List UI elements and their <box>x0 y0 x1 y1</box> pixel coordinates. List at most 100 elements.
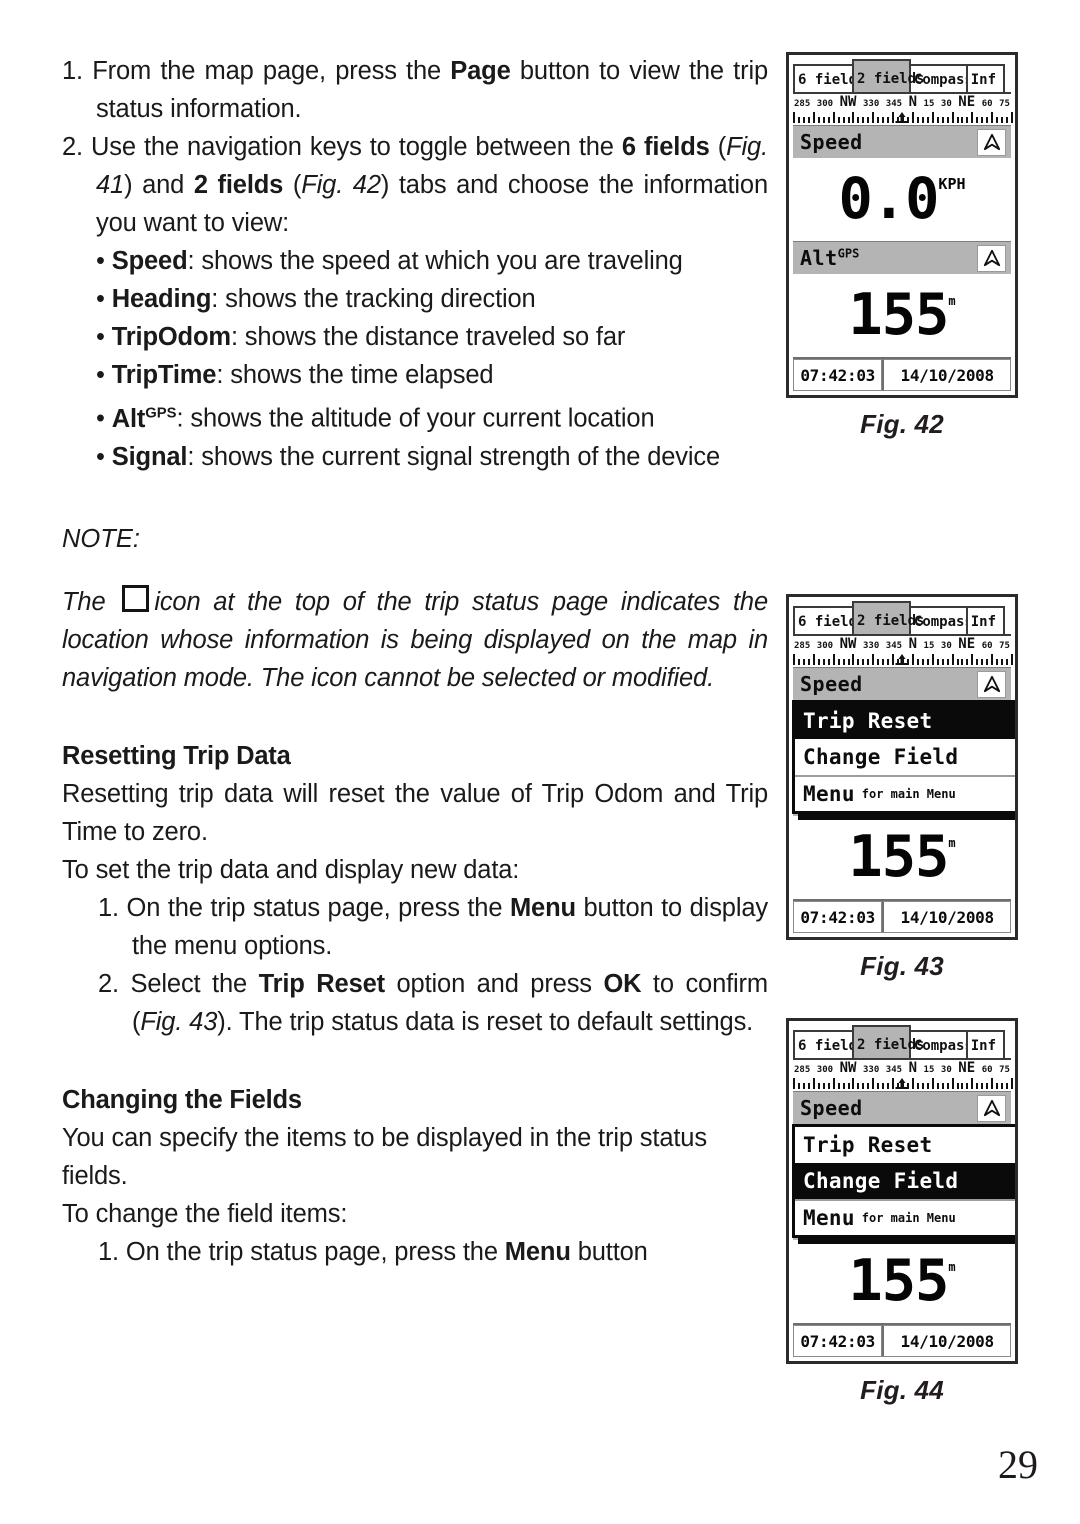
compass-tick <box>827 117 830 123</box>
status-time: 07:42:03 <box>793 359 883 391</box>
field-number: 155 <box>848 282 949 348</box>
tab-strip: 6 fields 2 fields Compass Inf <box>793 601 1011 634</box>
menu-item-menu[interactable]: Menu for main Menu <box>795 775 1015 811</box>
compass-tick <box>966 659 969 665</box>
figure-caption: Fig. 43 <box>860 951 944 981</box>
emphasis-italic: Fig. 43 <box>140 1008 218 1036</box>
menu-item-trip-reset[interactable]: Trip Reset <box>795 1127 1015 1163</box>
bullet-text: : shows the time elapsed <box>216 361 494 389</box>
compass-tick <box>872 654 875 665</box>
note-label: NOTE: <box>62 524 140 553</box>
compass-tick <box>817 659 820 665</box>
menu-item-change-field[interactable]: Change Field <box>795 1163 1015 1199</box>
compass-tick <box>867 1083 870 1089</box>
heading-changing-the-fields: Changing the Fields <box>62 1086 302 1114</box>
status-time: 07:42:03 <box>793 901 883 933</box>
bullet-label: Heading <box>111 285 212 313</box>
compass-tick <box>971 112 974 123</box>
context-menu[interactable]: Trip Reset Change Field Menu for main Menu <box>792 700 1015 814</box>
compass-tick <box>822 117 825 123</box>
fields-para-1: You can specify the items to be displaye… <box>62 1124 707 1190</box>
tab-2-fields[interactable]: 2 fields <box>852 1025 924 1058</box>
status-date: 14/10/2008 <box>882 1325 1011 1357</box>
compass-tick-label: 75 <box>999 641 1010 651</box>
compass-tick <box>862 659 865 665</box>
bullet-text: : shows the tracking direction <box>211 285 536 313</box>
tab-6-fields[interactable]: 6 fields <box>793 606 865 634</box>
field-header-speed: Speed <box>793 1091 1011 1124</box>
gps-device-screen: 6 fields 2 fields Compass Inf 285 300 NW 330 345… <box>786 52 1018 398</box>
tab-6-fields[interactable]: 6 fields <box>793 64 865 92</box>
compass-ruler: 285 300 NW 330 345 N 15 30 NE 60 75 <box>793 92 1013 125</box>
tab-inf[interactable]: Inf <box>965 64 1005 92</box>
field-options-list: • Speed: shows the speed at which you ar… <box>62 242 768 476</box>
compass-tick <box>931 1078 934 1089</box>
bullet-marker: • <box>96 285 112 313</box>
tab-strip: 6 fields 2 fields Compass Inf <box>793 59 1011 92</box>
menu-item-trip-reset[interactable]: Trip Reset <box>795 703 1015 739</box>
tab-inf[interactable]: Inf <box>965 606 1005 634</box>
compass-tick <box>961 659 964 665</box>
context-menu[interactable]: Trip Reset Change Field Menu for main Menu <box>792 1124 1015 1238</box>
compass-tick <box>887 1083 890 1089</box>
bullet-item: • Heading: shows the tracking direction <box>62 280 768 318</box>
compass-ruler: 285 300 NW 330 345 N 15 30 NE 60 75 <box>793 1058 1013 1091</box>
tab-inf[interactable]: Inf <box>965 1030 1005 1058</box>
tab-6-fields[interactable]: 6 fields <box>793 1030 865 1058</box>
compass-tick <box>797 659 800 665</box>
tab-label: Inf <box>970 613 997 630</box>
compass-tick-label: 345 <box>885 99 903 109</box>
menu-item-menu[interactable]: Menu for main Menu <box>795 1199 1015 1235</box>
tab-2-fields[interactable]: 2 fields <box>852 601 924 634</box>
compass-tick <box>807 659 810 665</box>
compass-tick <box>921 117 924 123</box>
tab-label: Inf <box>970 71 997 88</box>
field-label: Speed <box>800 672 863 696</box>
menu-item-change-field[interactable]: Change Field <box>795 739 1015 775</box>
compass-labels: 285 300 NW 330 345 N 15 30 NE 60 75 <box>793 95 1011 109</box>
compass-ticks <box>793 1076 1013 1089</box>
field-number: 0.0 <box>838 166 939 232</box>
compass-tick <box>877 1083 880 1089</box>
compass-tick <box>842 1083 845 1089</box>
note-text-after: icon at the top of the trip status page … <box>62 588 768 692</box>
compass-tick-label: NW <box>839 1060 857 1076</box>
compass-tick <box>847 659 850 665</box>
figure-44: 6 fields 2 fields Compass Inf 285 300 NW 330 345… <box>786 1018 1018 1406</box>
bullet-text: : shows the current signal strength of t… <box>187 442 721 471</box>
compass-tick <box>857 117 860 123</box>
compass-tick <box>981 1083 984 1089</box>
compass-tick <box>802 117 805 123</box>
compass-tick-label: 15 <box>923 99 935 109</box>
compass-tick-label: NE <box>958 1060 976 1076</box>
compass-tick <box>926 1083 929 1089</box>
field-number: 155 <box>848 1248 949 1314</box>
compass-tick <box>921 1083 924 1089</box>
compass-tick <box>956 659 959 665</box>
compass-ruler: 285 300 NW 330 345 N 15 30 NE 60 75 <box>793 634 1013 667</box>
compass-tick <box>842 117 845 123</box>
compass-tick <box>822 659 825 665</box>
fields-step-1: 1. On the trip status page, press the Me… <box>98 1238 648 1266</box>
compass-tick-label: 75 <box>999 99 1010 109</box>
field-unit: m <box>948 1260 956 1274</box>
compass-tick <box>842 659 845 665</box>
compass-tick <box>966 117 969 123</box>
tab-label: 2 fields <box>857 612 925 629</box>
menu-item-label: Trip Reset <box>803 709 933 733</box>
tab-2-fields[interactable]: 2 fields <box>852 59 924 92</box>
status-time: 07:42:03 <box>793 1325 883 1357</box>
emphasis-bold: Page <box>450 57 511 85</box>
menu-item-hint: for main Menu <box>861 787 956 801</box>
compass-tick <box>832 112 835 123</box>
compass-tick-label: 330 <box>862 99 880 109</box>
compass-tick <box>867 659 870 665</box>
emphasis-bold: 2 fields <box>193 171 284 199</box>
field-unit: m <box>948 836 956 850</box>
compass-tick <box>817 117 820 123</box>
field-superscript: GPS <box>837 246 860 261</box>
compass-tick-label: 345 <box>885 641 903 651</box>
bullet-label: TripTime <box>111 361 217 389</box>
emphasis-bold: Menu <box>509 894 576 922</box>
compass-tick <box>793 1078 795 1089</box>
